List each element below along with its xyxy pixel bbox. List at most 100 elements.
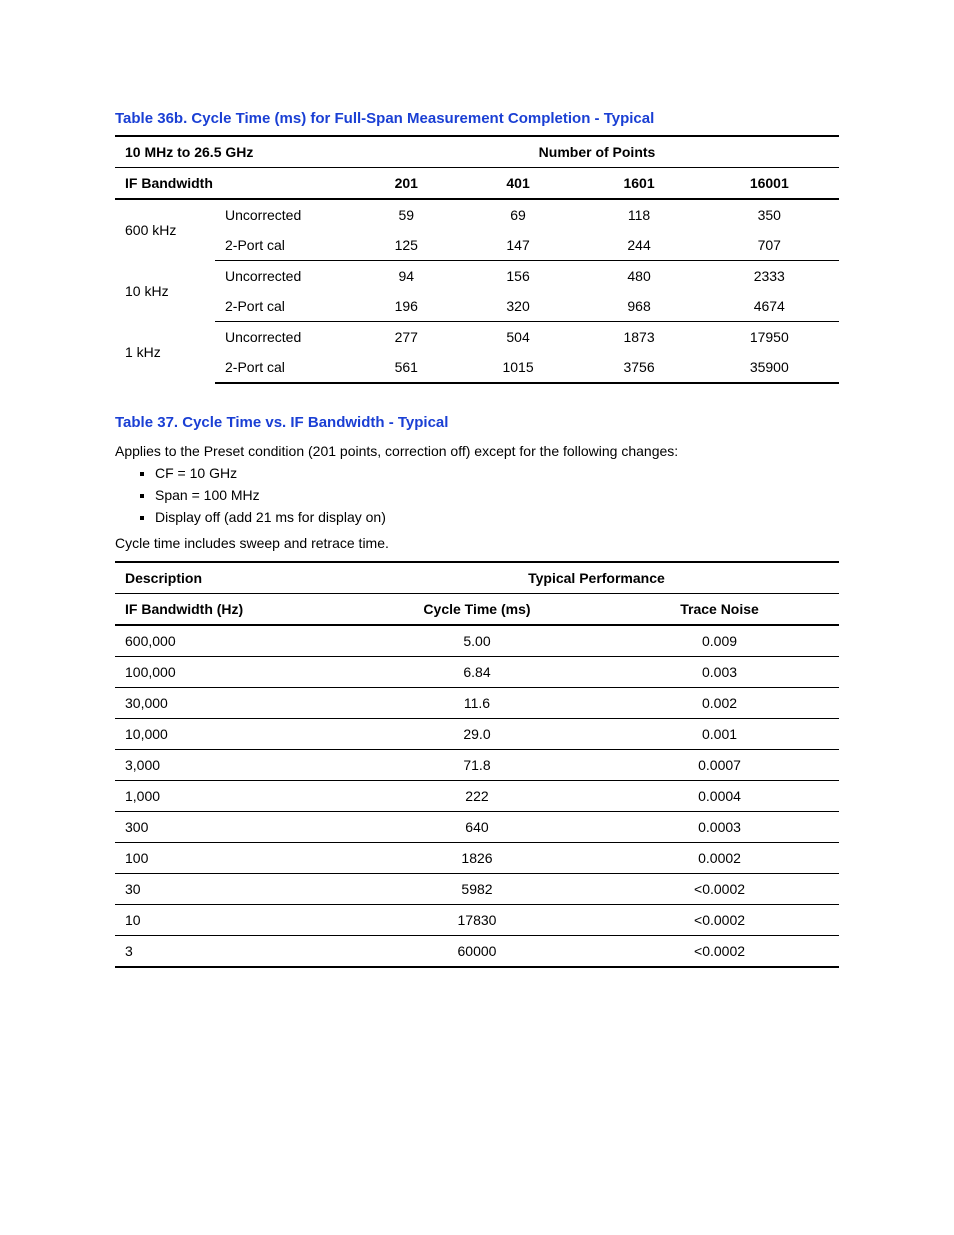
table-row: 1 kHz Uncorrected 277 504 1873 17950	[115, 322, 839, 353]
table-row: 30,00011.60.002	[115, 688, 839, 719]
table-row: 100,0006.840.003	[115, 657, 839, 688]
table-row: 600 kHz Uncorrected 59 69 118 350	[115, 199, 839, 230]
val-cell: 69	[458, 199, 579, 230]
val-cell: 59	[355, 199, 458, 230]
val-cell: 196	[355, 291, 458, 322]
table-row: 600,0005.000.009	[115, 625, 839, 657]
list-item: Display off (add 21 ms for display on)	[155, 509, 839, 525]
points-label: Number of Points	[355, 136, 839, 168]
table-row: 1,0002220.0004	[115, 781, 839, 812]
val-cell: 320	[458, 291, 579, 322]
mode-cell: Uncorrected	[215, 261, 355, 292]
bw-cell: 100,000	[115, 657, 354, 688]
mode-cell: 2-Port cal	[215, 291, 355, 322]
span-label: 10 MHz to 26.5 GHz	[115, 136, 355, 168]
bullet-list: CF = 10 GHz Span = 100 MHz Display off (…	[155, 465, 839, 525]
bw-cell: 1,000	[115, 781, 354, 812]
points-col: 201	[355, 168, 458, 200]
col-if-bw: IF Bandwidth (Hz)	[115, 594, 354, 626]
hdr-description: Description	[115, 562, 354, 594]
bw-cell: 30	[115, 874, 354, 905]
table-37-note: Cycle time includes sweep and retrace ti…	[115, 535, 839, 551]
val-cell: 17950	[700, 322, 839, 353]
trace-noise-cell: 0.002	[600, 688, 839, 719]
mode-cell: Uncorrected	[215, 199, 355, 230]
table-row: 305982<0.0002	[115, 874, 839, 905]
table-36b-title: Table 36b. Cycle Time (ms) for Full-Span…	[115, 110, 839, 127]
table-row: 3006400.0003	[115, 812, 839, 843]
val-cell: 94	[355, 261, 458, 292]
val-cell: 504	[458, 322, 579, 353]
trace-noise-cell: <0.0002	[600, 905, 839, 936]
table-row: 10 kHz Uncorrected 94 156 480 2333	[115, 261, 839, 292]
trace-noise-cell: 0.0004	[600, 781, 839, 812]
cycle-time-cell: 1826	[354, 843, 600, 874]
val-cell: 244	[579, 230, 700, 261]
list-item: CF = 10 GHz	[155, 465, 839, 481]
cycle-time-cell: 11.6	[354, 688, 600, 719]
bw-cell: 10 kHz	[115, 261, 215, 322]
cycle-time-cell: 222	[354, 781, 600, 812]
trace-noise-cell: 0.009	[600, 625, 839, 657]
cycle-time-cell: 5.00	[354, 625, 600, 657]
val-cell: 3756	[579, 352, 700, 383]
bw-cell: 300	[115, 812, 354, 843]
points-col: 1601	[579, 168, 700, 200]
trace-noise-cell: 0.0002	[600, 843, 839, 874]
cycle-time-cell: 17830	[354, 905, 600, 936]
trace-noise-cell: <0.0002	[600, 936, 839, 968]
cycle-time-cell: 60000	[354, 936, 600, 968]
col-cycle-time: Cycle Time (ms)	[354, 594, 600, 626]
bw-cell: 3	[115, 936, 354, 968]
table-37-title: Table 37. Cycle Time vs. IF Bandwidth - …	[115, 414, 839, 431]
table-36b: 10 MHz to 26.5 GHz Number of Points IF B…	[115, 135, 839, 384]
bw-cell: 3,000	[115, 750, 354, 781]
mode-cell: 2-Port cal	[215, 352, 355, 383]
bw-cell: 100	[115, 843, 354, 874]
bw-cell: 10,000	[115, 719, 354, 750]
val-cell: 968	[579, 291, 700, 322]
val-cell: 1873	[579, 322, 700, 353]
val-cell: 1015	[458, 352, 579, 383]
val-cell: 156	[458, 261, 579, 292]
mode-cell: 2-Port cal	[215, 230, 355, 261]
table-row: 3,00071.80.0007	[115, 750, 839, 781]
points-col: 16001	[700, 168, 839, 200]
val-cell: 707	[700, 230, 839, 261]
val-cell: 147	[458, 230, 579, 261]
cycle-time-cell: 29.0	[354, 719, 600, 750]
table-row: 2-Port cal 561 1015 3756 35900	[115, 352, 839, 383]
table-37: Description Typical Performance IF Bandw…	[115, 561, 839, 968]
bw-cell: 10	[115, 905, 354, 936]
trace-noise-cell: 0.0003	[600, 812, 839, 843]
bw-cell: 600,000	[115, 625, 354, 657]
cycle-time-cell: 640	[354, 812, 600, 843]
val-cell: 480	[579, 261, 700, 292]
cycle-time-cell: 71.8	[354, 750, 600, 781]
mode-cell: Uncorrected	[215, 322, 355, 353]
val-cell: 350	[700, 199, 839, 230]
bw-cell: 600 kHz	[115, 199, 215, 261]
hdr-typical-performance: Typical Performance	[354, 562, 839, 594]
val-cell: 35900	[700, 352, 839, 383]
bw-cell: 1 kHz	[115, 322, 215, 384]
val-cell: 118	[579, 199, 700, 230]
trace-noise-cell: 0.001	[600, 719, 839, 750]
bw-label: IF Bandwidth	[115, 168, 355, 200]
table-row: 360000<0.0002	[115, 936, 839, 968]
trace-noise-cell: 0.003	[600, 657, 839, 688]
table-row: 1017830<0.0002	[115, 905, 839, 936]
table-row: 10,00029.00.001	[115, 719, 839, 750]
table-37-intro: Applies to the Preset condition (201 poi…	[115, 443, 839, 459]
table-row: 2-Port cal 125 147 244 707	[115, 230, 839, 261]
table-row: 2-Port cal 196 320 968 4674	[115, 291, 839, 322]
val-cell: 125	[355, 230, 458, 261]
val-cell: 4674	[700, 291, 839, 322]
trace-noise-cell: <0.0002	[600, 874, 839, 905]
cycle-time-cell: 6.84	[354, 657, 600, 688]
table-row: 10018260.0002	[115, 843, 839, 874]
val-cell: 2333	[700, 261, 839, 292]
cycle-time-cell: 5982	[354, 874, 600, 905]
val-cell: 277	[355, 322, 458, 353]
col-trace-noise: Trace Noise	[600, 594, 839, 626]
